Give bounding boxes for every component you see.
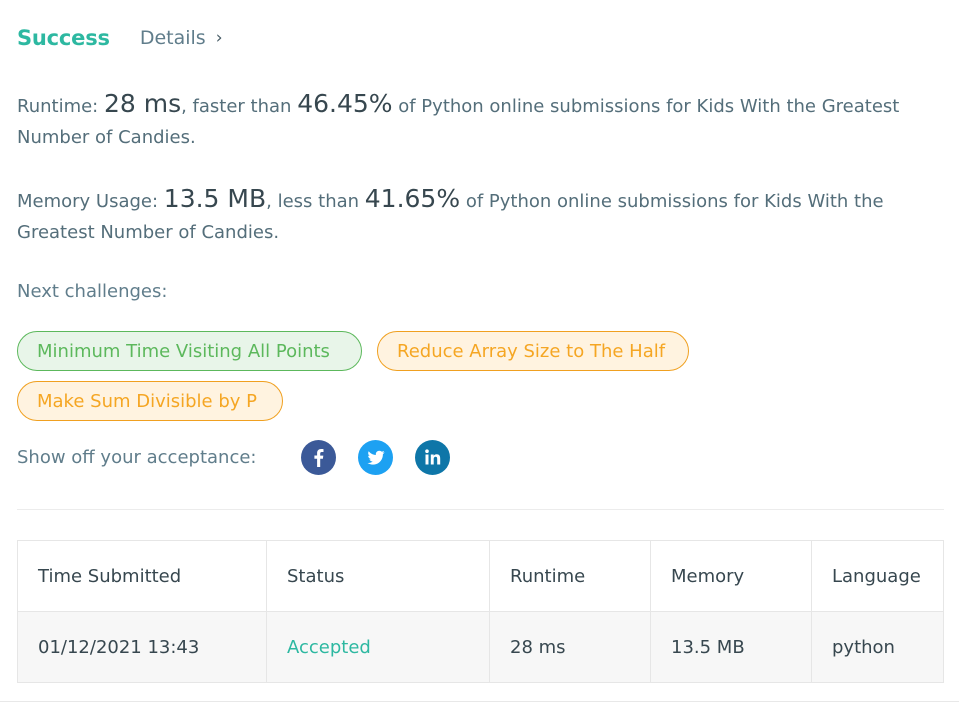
chevron-right-icon: › — [215, 28, 223, 48]
details-link[interactable]: Details › — [140, 27, 223, 49]
table-header-row: Time Submitted Status Runtime Memory Lan… — [17, 540, 944, 612]
challenge-reduce-array-size-to-the-half[interactable]: Reduce Array Size to The Half — [377, 331, 689, 371]
runtime-summary: Runtime: 28 ms, faster than 46.45% of Py… — [17, 88, 927, 153]
memory-summary: Memory Usage: 13.5 MB, less than 41.65% … — [17, 183, 927, 248]
memory-label: Memory Usage: — [17, 191, 164, 212]
column-memory: Memory — [650, 540, 812, 612]
memory-comparison: , less than — [266, 191, 365, 212]
challenge-minimum-time-visiting-all-points[interactable]: Minimum Time Visiting All Points — [17, 331, 362, 371]
facebook-icon[interactable] — [301, 440, 336, 475]
status-accepted-link[interactable]: Accepted — [287, 637, 371, 658]
status-success: Success — [17, 26, 110, 50]
runtime-percent: 46.45% — [297, 89, 393, 118]
column-language: Language — [811, 540, 944, 612]
result-header: Success Details › — [17, 26, 223, 50]
runtime-label: Runtime: — [17, 96, 104, 117]
cell-time-submitted: 01/12/2021 13:43 — [17, 611, 267, 683]
table-row: 01/12/2021 13:43 Accepted 28 ms 13.5 MB … — [17, 611, 944, 683]
share-label: Show off your acceptance: — [17, 447, 257, 468]
submissions-table: Time Submitted Status Runtime Memory Lan… — [17, 540, 944, 683]
bottom-divider — [0, 701, 959, 702]
memory-percent: 41.65% — [364, 184, 461, 213]
cell-memory: 13.5 MB — [650, 611, 812, 683]
cell-status[interactable]: Accepted — [266, 611, 490, 683]
next-challenges-label: Next challenges: — [17, 281, 168, 302]
runtime-value: 28 ms — [103, 89, 182, 118]
runtime-comparison: , faster than — [181, 96, 298, 117]
twitter-icon[interactable] — [358, 440, 393, 475]
submission-result-page: Success Details › Runtime: 28 ms, faster… — [0, 0, 959, 712]
section-divider — [17, 509, 944, 510]
details-label: Details — [139, 27, 206, 49]
cell-runtime: 28 ms — [489, 611, 651, 683]
column-runtime: Runtime — [489, 540, 651, 612]
linkedin-icon[interactable] — [415, 440, 450, 475]
challenge-make-sum-divisible-by-p[interactable]: Make Sum Divisible by P — [17, 381, 283, 421]
memory-value: 13.5 MB — [163, 184, 267, 213]
column-status: Status — [266, 540, 490, 612]
cell-language: python — [811, 611, 944, 683]
column-time-submitted: Time Submitted — [17, 540, 267, 612]
